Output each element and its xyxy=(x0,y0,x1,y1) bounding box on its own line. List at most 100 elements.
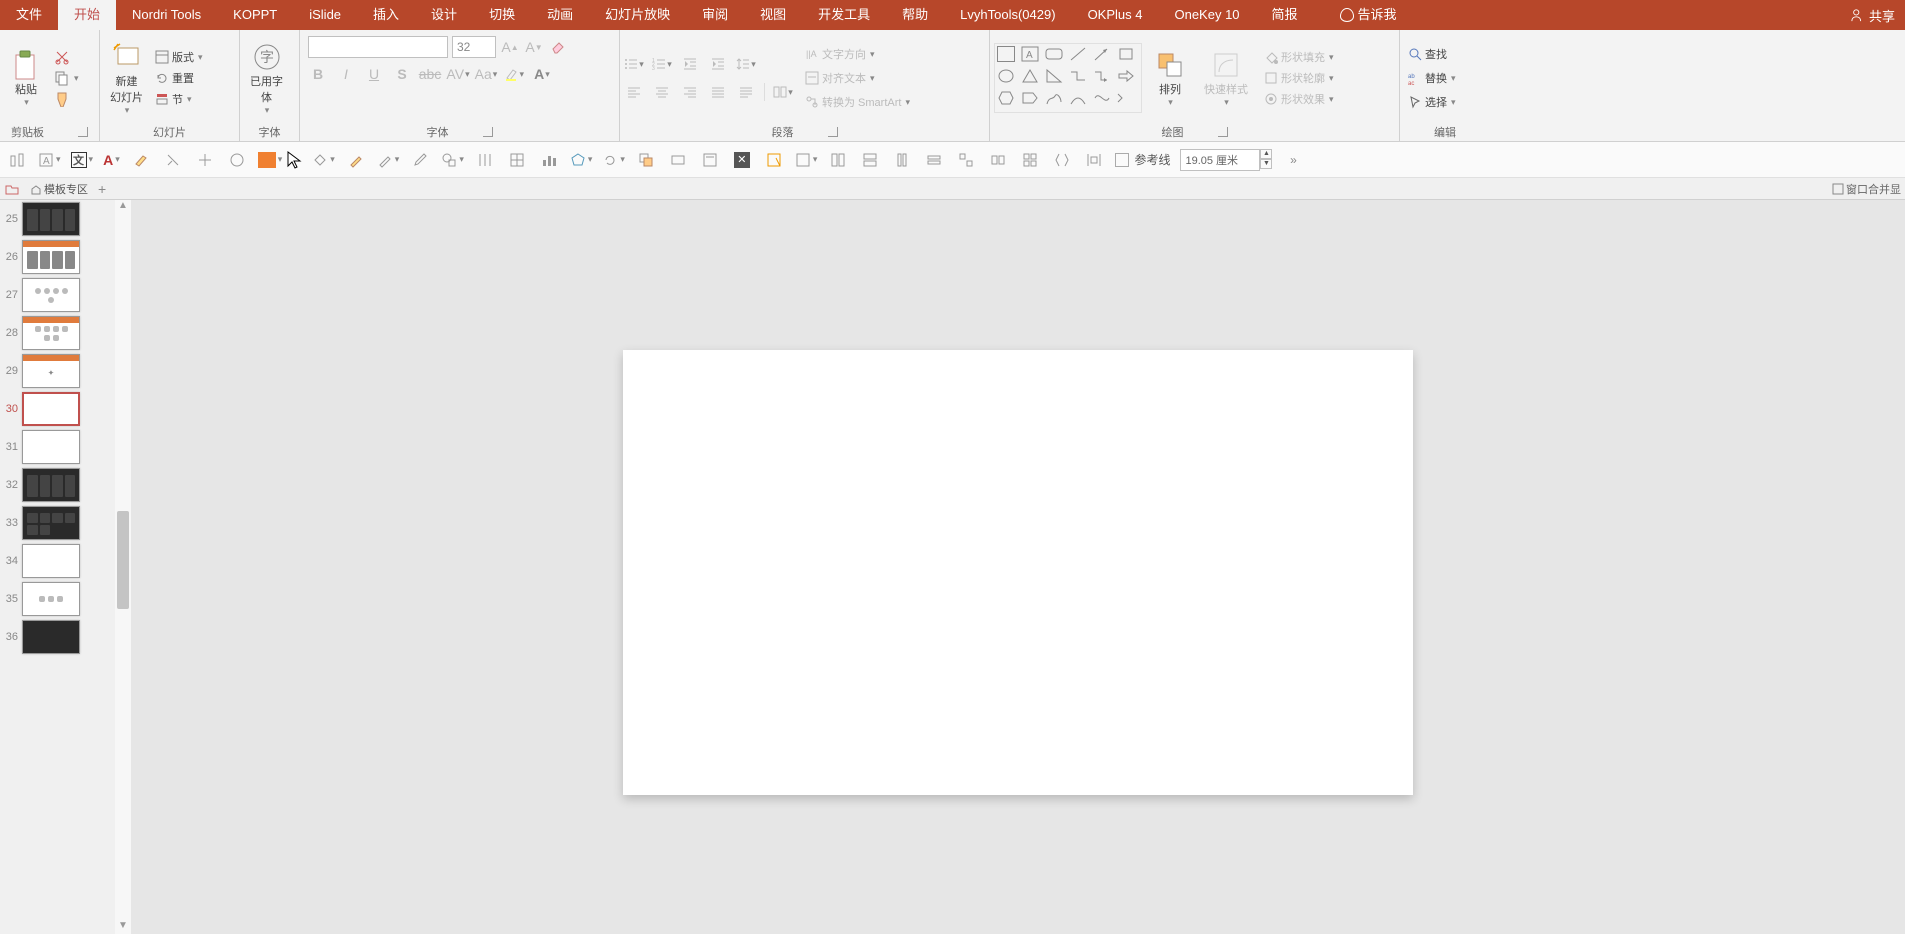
new-tab-button[interactable]: + xyxy=(98,181,106,197)
font-name-input[interactable] xyxy=(308,36,448,58)
tab-transition[interactable]: 切换 xyxy=(473,0,531,30)
shadow-button[interactable]: S xyxy=(392,64,412,84)
shape-outline[interactable]: 形状轮廓▾ xyxy=(1260,69,1338,87)
format-painter[interactable] xyxy=(50,90,83,108)
tb2-eyedrop[interactable] xyxy=(409,149,431,171)
layout-button[interactable]: 版式▾ xyxy=(151,48,207,66)
share-button[interactable]: 共享 xyxy=(1841,6,1905,25)
folder-tab-icon[interactable] xyxy=(4,181,20,197)
guides-toggle[interactable]: 参考线 xyxy=(1115,151,1170,168)
window-merge[interactable]: 窗口合并显 xyxy=(1832,181,1901,197)
reset-button[interactable]: 重置 xyxy=(151,69,207,87)
thumb-29[interactable]: ✦ xyxy=(22,354,80,388)
tb2-tool-m[interactable] xyxy=(1051,149,1073,171)
shape-freeform[interactable] xyxy=(1045,90,1063,106)
size-field[interactable]: 19.05 厘米 ▲▼ xyxy=(1180,149,1272,171)
paragraph-launcher[interactable] xyxy=(828,127,838,137)
shape-arc[interactable] xyxy=(1069,90,1087,106)
tb2-tool-n[interactable] xyxy=(1083,149,1105,171)
tb2-tool-h[interactable] xyxy=(891,149,913,171)
clipboard-launcher[interactable] xyxy=(78,127,88,137)
tb2-tool-4[interactable]: A▾ xyxy=(103,152,120,168)
tb2-rotate[interactable]: ▾ xyxy=(602,152,625,168)
thumb-33[interactable] xyxy=(22,506,80,540)
tb2-polygon[interactable]: ▾ xyxy=(570,152,593,168)
shape-pentagon[interactable] xyxy=(1021,90,1039,106)
tb2-shape[interactable]: ▾ xyxy=(441,152,464,168)
tab-home[interactable]: 开始 xyxy=(58,0,116,30)
thumb-scrollbar[interactable]: ▲ ▼ xyxy=(115,200,131,934)
tb2-bars[interactable] xyxy=(538,149,560,171)
tab-file[interactable]: 文件 xyxy=(0,0,58,30)
tb2-tool-b[interactable] xyxy=(667,149,689,171)
thumb-35[interactable] xyxy=(22,582,80,616)
tab-slideshow[interactable]: 幻灯片放映 xyxy=(589,0,686,30)
tb2-circle[interactable] xyxy=(226,149,248,171)
align-distribute[interactable] xyxy=(736,82,756,102)
italic-button[interactable]: I xyxy=(336,64,356,84)
drawing-launcher[interactable] xyxy=(1218,127,1228,137)
tb2-tool-7[interactable] xyxy=(194,149,216,171)
shape-connector[interactable] xyxy=(1069,68,1087,84)
thumb-30[interactable] xyxy=(22,392,80,426)
thumb-36[interactable] xyxy=(22,620,80,654)
scroll-handle[interactable] xyxy=(117,511,129,610)
columns-button[interactable]: ▾ xyxy=(773,82,793,102)
shape-effects[interactable]: 形状效果▾ xyxy=(1260,90,1338,108)
text-direction[interactable]: ||A文字方向▾ xyxy=(801,45,914,63)
tab-developer[interactable]: 开发工具 xyxy=(802,0,886,30)
tab-view[interactable]: 视图 xyxy=(744,0,802,30)
convert-smartart[interactable]: 转换为 SmartArt▾ xyxy=(801,93,914,111)
tb2-pencil[interactable] xyxy=(345,149,367,171)
shape-arrow[interactable] xyxy=(1117,68,1135,84)
align-right[interactable] xyxy=(680,82,700,102)
align-justify[interactable] xyxy=(708,82,728,102)
section-button[interactable]: 节▾ xyxy=(151,90,207,108)
thumb-28[interactable] xyxy=(22,316,80,350)
tab-review[interactable]: 审阅 xyxy=(686,0,744,30)
shape-oval[interactable] xyxy=(997,68,1015,84)
tb2-tool-j[interactable] xyxy=(955,149,977,171)
tab-okplus[interactable]: OKPlus 4 xyxy=(1072,0,1159,30)
strike-button[interactable]: abc xyxy=(420,64,440,84)
quick-styles[interactable]: 快速样式▾ xyxy=(1198,47,1254,110)
thumb-32[interactable] xyxy=(22,468,80,502)
tb2-bucket[interactable]: ▾ xyxy=(312,152,335,168)
highlight-button[interactable]: ▾ xyxy=(504,64,524,84)
shape-triangle[interactable] xyxy=(1021,68,1039,84)
tab-lvyhtools[interactable]: LvyhTools(0429) xyxy=(944,0,1071,30)
increase-indent[interactable] xyxy=(708,54,728,74)
tab-nordri[interactable]: Nordri Tools xyxy=(116,0,217,30)
spin-up[interactable]: ▲ xyxy=(1260,149,1272,159)
tb2-tool-k[interactable] xyxy=(987,149,1009,171)
tb2-columns[interactable] xyxy=(474,149,496,171)
size-spinner[interactable]: ▲▼ xyxy=(1260,149,1272,171)
thumb-25[interactable] xyxy=(22,202,80,236)
shape-line[interactable] xyxy=(1069,46,1087,62)
select-button[interactable]: 选择▾ xyxy=(1404,93,1460,111)
used-font-button[interactable]: 字 已用字 体▾ xyxy=(244,39,289,118)
arrange-button[interactable]: 排列▾ xyxy=(1148,47,1192,110)
bullets-button[interactable]: ▾ xyxy=(624,54,644,74)
shape-rect2[interactable] xyxy=(1117,46,1135,62)
cut-button[interactable] xyxy=(50,48,83,66)
shape-curve[interactable] xyxy=(1093,90,1111,106)
bold-button[interactable]: B xyxy=(308,64,328,84)
tb2-pen[interactable]: ▾ xyxy=(377,152,400,168)
shape-rtriangle[interactable] xyxy=(1045,68,1063,84)
tb2-table[interactable] xyxy=(506,149,528,171)
tb2-tool-2[interactable]: A▾ xyxy=(38,152,61,168)
tb2-orange-fill[interactable]: ▾ xyxy=(258,152,283,168)
tb2-tool-6[interactable] xyxy=(162,149,184,171)
tab-design[interactable]: 设计 xyxy=(415,0,473,30)
tb2-tool-d[interactable] xyxy=(763,149,785,171)
shape-fill[interactable]: 形状填充▾ xyxy=(1260,48,1338,66)
tb2-highlighter[interactable] xyxy=(130,149,152,171)
char-spacing[interactable]: AV▾ xyxy=(448,64,468,84)
decrease-indent[interactable] xyxy=(680,54,700,74)
clear-format[interactable] xyxy=(548,37,568,57)
shape-hexagon[interactable] xyxy=(997,90,1015,106)
tab-islide[interactable]: iSlide xyxy=(293,0,357,30)
tb2-tool-1[interactable] xyxy=(6,149,28,171)
current-slide[interactable] xyxy=(623,350,1413,795)
